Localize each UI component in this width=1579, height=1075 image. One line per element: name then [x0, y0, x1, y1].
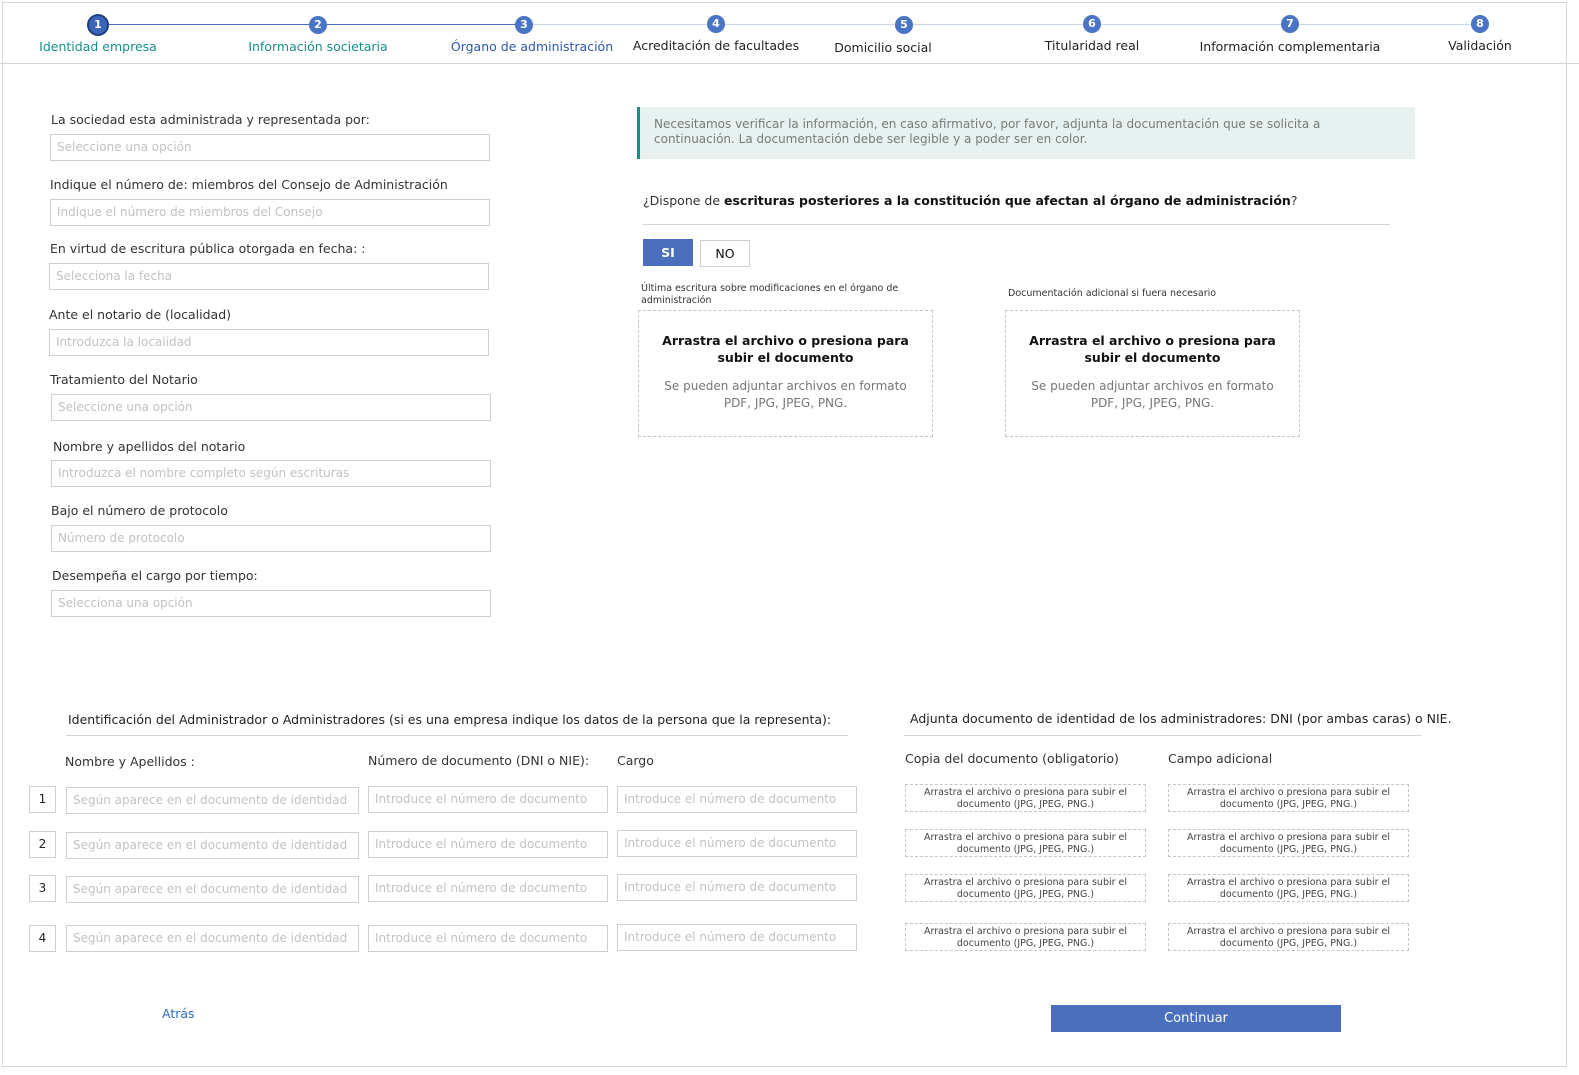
- id-extra-dropzone[interactable]: Arrastra el archivo o presiona para subi…: [1168, 874, 1409, 902]
- step-informacion-societaria[interactable]: 2 Información societaria: [218, 16, 418, 54]
- field-label-miembros-consejo: Indique el número de: miembros del Conse…: [50, 177, 448, 192]
- no-button[interactable]: NO: [700, 240, 750, 267]
- info-notice: Necesitamos verificar la información, en…: [637, 107, 1415, 159]
- admin-row-number: 2: [29, 831, 56, 858]
- dropzone-hint: Se pueden adjuntar archivos en formato P…: [664, 379, 907, 410]
- admin-name-input[interactable]: Según aparece en el documento de identid…: [66, 832, 359, 859]
- step-domicilio-social[interactable]: 5 Domicilio social: [783, 16, 983, 55]
- id-copy-dropzone[interactable]: Arrastra el archivo o presiona para subi…: [905, 784, 1146, 812]
- miembros-consejo-input[interactable]: Indique el número de miembros del Consej…: [50, 199, 490, 226]
- id-copy-dropzone[interactable]: Arrastra el archivo o presiona para subi…: [905, 874, 1146, 902]
- step-organo-administracion[interactable]: 3 Órgano de administración: [432, 16, 632, 54]
- admin-cargo-input[interactable]: Introduce el número de documento: [617, 830, 857, 857]
- admins-divider: [66, 735, 848, 736]
- col-head-documento: Número de documento (DNI o NIE):: [368, 753, 590, 768]
- admin-name-input[interactable]: Según aparece en el documento de identid…: [66, 925, 359, 952]
- back-link[interactable]: Atrás: [162, 1006, 195, 1021]
- admin-row-number: 4: [29, 925, 56, 952]
- question-suffix: ?: [1290, 193, 1298, 208]
- admin-row-number: 3: [29, 875, 56, 902]
- escrituras-question: ¿Dispone de escrituras posteriores a la …: [643, 193, 1297, 208]
- continue-button[interactable]: Continuar: [1051, 1005, 1341, 1032]
- nombre-notario-input[interactable]: Introduzca el nombre completo según escr…: [51, 460, 491, 487]
- field-label-notario-localidad: Ante el notario de (localidad): [49, 307, 232, 322]
- col-head-adicional: Campo adicional: [1168, 751, 1273, 766]
- id-extra-dropzone[interactable]: Arrastra el archivo o presiona para subi…: [1168, 829, 1409, 857]
- dropzone-title: Arrastra el archivo o presiona para subi…: [1029, 333, 1276, 365]
- upload-label-adicional: Documentación adicional si fuera necesar…: [1008, 288, 1217, 299]
- col-head-nombre: Nombre y Apellidos :: [65, 754, 195, 769]
- field-label-administrada-por: La sociedad esta administrada y represen…: [51, 112, 370, 127]
- fecha-escritura-datepicker[interactable]: Selecciona la fecha: [49, 263, 489, 290]
- step-titularidad-real[interactable]: 6 Titularidad real: [992, 15, 1192, 53]
- tratamiento-notario-select[interactable]: Seleccione una opción: [51, 394, 491, 421]
- step-number: 4: [707, 15, 725, 33]
- col-head-copia: Copia del documento (obligatorio): [905, 751, 1119, 766]
- id-docs-section-title: Adjunta documento de identidad de los ad…: [910, 711, 1452, 726]
- step-label: Identidad empresa: [39, 39, 157, 54]
- col-head-cargo: Cargo: [617, 753, 654, 768]
- field-label-numero-protocolo: Bajo el número de protocolo: [51, 503, 228, 518]
- admin-doc-input[interactable]: Introduce el número de documento: [368, 925, 608, 952]
- id-copy-dropzone[interactable]: Arrastra el archivo o presiona para subi…: [905, 923, 1146, 951]
- step-label: Titularidad real: [1044, 38, 1140, 53]
- dropzone-title: Arrastra el archivo o presiona para subi…: [662, 333, 909, 365]
- question-bold: escrituras posteriores a la constitución…: [724, 193, 1291, 208]
- step-number: 2: [309, 16, 327, 34]
- cargo-tiempo-select[interactable]: Selecciona una opción: [51, 590, 491, 617]
- admin-cargo-input[interactable]: Introduce el número de documento: [617, 874, 857, 901]
- step-label: Órgano de administración: [450, 39, 614, 54]
- field-label-tratamiento-notario: Tratamiento del Notario: [50, 372, 198, 387]
- step-identidad-empresa[interactable]: 1 Identidad empresa: [0, 16, 198, 54]
- step-number: 7: [1281, 15, 1299, 33]
- notario-localidad-input[interactable]: Introduzca la localidad: [49, 329, 489, 356]
- admin-doc-input[interactable]: Introduce el número de documento: [368, 875, 608, 902]
- id-copy-dropzone[interactable]: Arrastra el archivo o presiona para subi…: [905, 829, 1146, 857]
- upload-dropzone-adicional[interactable]: Arrastra el archivo o presiona para subi…: [1005, 310, 1300, 437]
- step-label: Domicilio social: [834, 40, 932, 55]
- step-label: Información societaria: [248, 39, 388, 54]
- step-number: 5: [895, 16, 913, 34]
- step-informacion-complementaria[interactable]: 7 Información complementaria: [1190, 15, 1390, 54]
- question-divider: [643, 224, 1390, 225]
- admin-doc-input[interactable]: Introduce el número de documento: [368, 786, 608, 813]
- admins-section-title: Identificación del Administrador o Admin…: [68, 712, 832, 727]
- step-validacion[interactable]: 8 Validación: [1380, 15, 1579, 53]
- step-label: Validación: [1448, 38, 1512, 53]
- step-label: Información complementaria: [1199, 39, 1381, 54]
- id-extra-dropzone[interactable]: Arrastra el archivo o presiona para subi…: [1168, 923, 1409, 951]
- upload-label-escritura: Última escritura sobre modificaciones en…: [641, 283, 899, 306]
- field-label-cargo-tiempo: Desempeña el cargo por tiempo:: [52, 568, 258, 583]
- id-extra-dropzone[interactable]: Arrastra el archivo o presiona para subi…: [1168, 784, 1409, 812]
- step-number: 6: [1083, 15, 1101, 33]
- field-label-fecha-escritura: En virtud de escritura pública otorgada …: [50, 241, 366, 256]
- step-number: 1: [89, 16, 107, 34]
- administrada-por-select[interactable]: Seleccione una opción: [50, 134, 490, 161]
- admin-cargo-input[interactable]: Introduce el número de documento: [617, 786, 857, 813]
- step-number: 3: [515, 16, 533, 34]
- admin-name-input[interactable]: Según aparece en el documento de identid…: [66, 787, 359, 814]
- yes-button[interactable]: SI: [643, 239, 693, 266]
- numero-protocolo-input[interactable]: Número de protocolo: [51, 525, 491, 552]
- admin-cargo-input[interactable]: Introduce el número de documento: [617, 924, 857, 951]
- dropzone-hint: Se pueden adjuntar archivos en formato P…: [1031, 379, 1274, 410]
- step-number: 8: [1471, 15, 1489, 33]
- progress-stepper: 1 Identidad empresa 2 Información societ…: [0, 0, 1579, 64]
- admin-row-number: 1: [29, 786, 56, 813]
- upload-dropzone-escritura[interactable]: Arrastra el archivo o presiona para subi…: [638, 310, 933, 437]
- id-docs-divider: [904, 735, 1421, 736]
- field-label-nombre-notario: Nombre y apellidos del notario: [53, 439, 246, 454]
- admin-doc-input[interactable]: Introduce el número de documento: [368, 831, 608, 858]
- admin-name-input[interactable]: Según aparece en el documento de identid…: [66, 876, 359, 903]
- question-prefix: ¿Dispone de: [643, 193, 725, 208]
